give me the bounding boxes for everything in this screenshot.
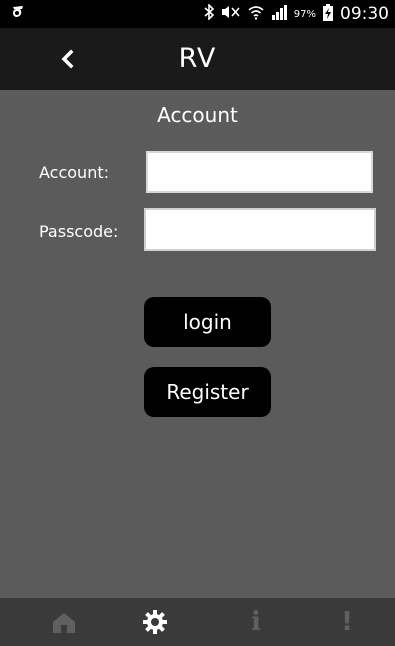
passcode-label: Passcode: [39, 222, 119, 241]
home-icon [53, 613, 75, 633]
battery-icon [323, 3, 333, 25]
account-input[interactable] [146, 151, 373, 193]
battery-percent: 97% [293, 8, 316, 20]
wifi-icon [248, 4, 264, 24]
nav-alerts[interactable]: ! [317, 598, 377, 646]
signal-icon [271, 4, 287, 24]
bluetooth-icon [204, 3, 214, 24]
notification-icon [10, 3, 26, 25]
status-time: 09:30 [340, 4, 389, 24]
section-title: Account [157, 103, 238, 127]
passcode-input[interactable] [144, 208, 376, 251]
mute-icon [221, 5, 241, 23]
page-title: RV [178, 43, 217, 74]
info-icon: i [251, 607, 261, 637]
account-label: Account: [39, 163, 109, 182]
nav-home[interactable] [34, 598, 94, 646]
bottom-nav: i ! [0, 598, 395, 646]
gear-icon [143, 610, 167, 634]
status-bar: 97% 09:30 [0, 0, 395, 28]
alert-icon: ! [341, 607, 353, 637]
login-button[interactable]: login [144, 297, 271, 347]
nav-settings[interactable] [125, 598, 185, 646]
register-button[interactable]: Register [144, 367, 271, 417]
app-header: RV [0, 28, 395, 90]
nav-info[interactable]: i [226, 598, 286, 646]
